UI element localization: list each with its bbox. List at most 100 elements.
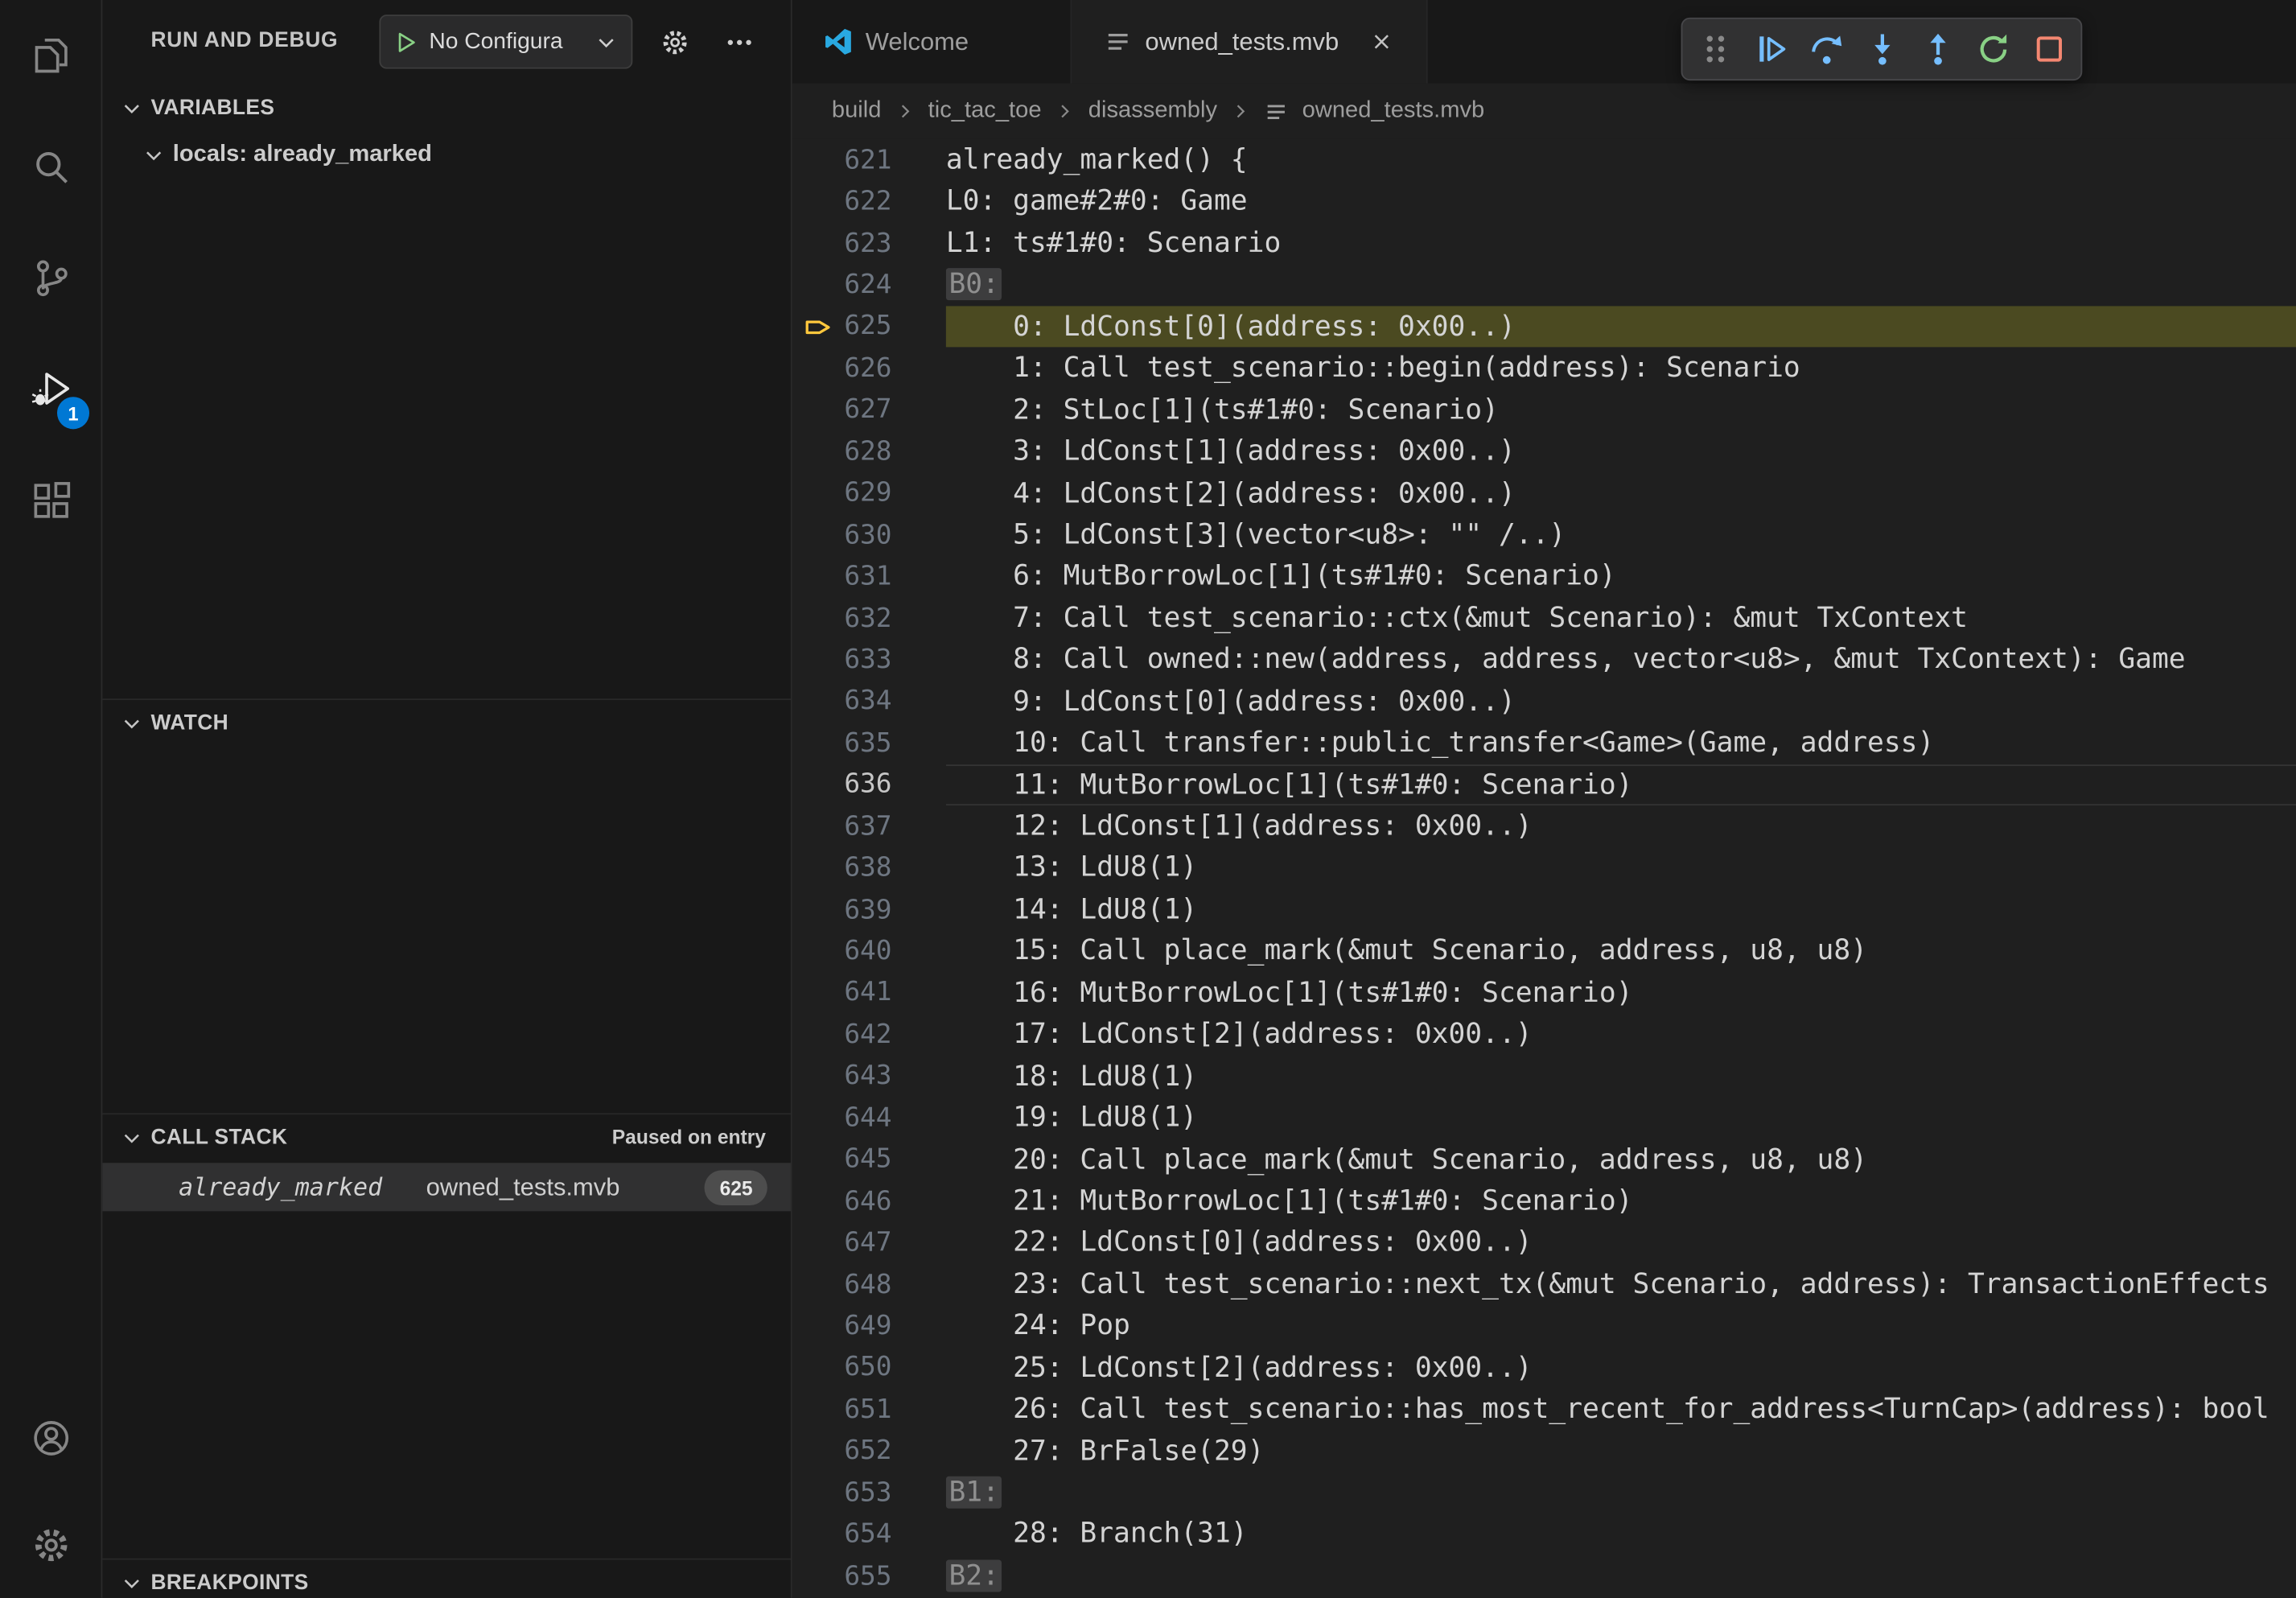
code-line-622[interactable]: 622L0: game#2#0: Game [792,181,2296,223]
line-number[interactable]: 647 [836,1227,891,1258]
line-number[interactable]: 636 [836,769,891,800]
gutter-glyph-margin[interactable] [792,847,837,889]
call-stack-section-header[interactable]: CALL STACK Paused on entry [102,1113,790,1159]
debug-config-picker[interactable]: No Configura [379,14,632,68]
code-line-621[interactable]: 621already_marked() { [792,139,2296,181]
gutter-glyph-margin[interactable] [792,639,837,681]
line-number[interactable]: 630 [836,520,891,550]
gutter-glyph-margin[interactable] [792,1472,837,1514]
more-actions-icon[interactable] [723,28,761,57]
code-line-631[interactable]: 631 6: MutBorrowLoc[1](ts#1#0: Scenario) [792,556,2296,598]
line-number[interactable]: 653 [836,1477,891,1508]
line-number[interactable]: 652 [836,1435,891,1466]
line-number[interactable]: 624 [836,270,891,300]
code-line-655[interactable]: 655B2: [792,1555,2296,1597]
locals-scope-row[interactable]: locals: already_marked [102,132,790,179]
line-number[interactable]: 622 [836,186,891,216]
activity-bar-item-run-and-debug[interactable]: 1 [0,334,101,445]
code-line-651[interactable]: 651 26: Call test_scenario::has_most_rec… [792,1389,2296,1431]
gutter-glyph-margin[interactable] [792,389,837,430]
gutter-glyph-margin[interactable] [792,264,837,306]
activity-bar-item-settings[interactable] [0,1491,101,1598]
code-line-648[interactable]: 648 23: Call test_scenario::next_tx(&mut… [792,1263,2296,1305]
line-number[interactable]: 644 [836,1102,891,1133]
code-line-640[interactable]: 640 15: Call place_mark(&mut Scenario, a… [792,930,2296,972]
gutter-glyph-margin[interactable] [792,681,837,723]
code-line-645[interactable]: 645 20: Call place_mark(&mut Scenario, a… [792,1139,2296,1180]
line-number[interactable]: 649 [836,1311,891,1341]
tab-owned-tests-mvb[interactable]: owned_tests.mvb [1072,0,1428,84]
breadcrumb-item-tic-tac-toe[interactable]: tic_tac_toe [928,98,1042,125]
gutter-glyph-margin[interactable] [792,348,837,389]
gutter-glyph-margin[interactable] [792,764,837,805]
code-line-637[interactable]: 637 12: LdConst[1](address: 0x00..) [792,805,2296,847]
code-line-630[interactable]: 630 5: LdConst[3](vector<u8>: "" /..) [792,514,2296,556]
line-number[interactable]: 642 [836,1019,891,1050]
gutter-glyph-margin[interactable] [792,514,837,556]
code-line-623[interactable]: 623L1: ts#1#0: Scenario [792,222,2296,264]
gutter-glyph-margin[interactable] [792,1097,837,1139]
code-line-629[interactable]: 629 4: LdConst[2](address: 0x00..) [792,472,2296,514]
step-into-icon[interactable] [1858,26,1905,72]
code-line-625[interactable]: 625 0: LdConst[0](address: 0x00..) [792,306,2296,348]
gutter-glyph-margin[interactable] [792,1389,837,1431]
line-number[interactable]: 628 [836,436,891,467]
gutter-glyph-margin[interactable] [792,1347,837,1389]
breadcrumb-item-disassembly[interactable]: disassembly [1088,98,1217,125]
gutter-glyph-margin[interactable] [792,1139,837,1180]
code-line-636[interactable]: 636 11: MutBorrowLoc[1](ts#1#0: Scenario… [792,764,2296,805]
line-number[interactable]: 650 [836,1353,891,1383]
line-number[interactable]: 621 [836,145,891,175]
step-over-icon[interactable] [1803,26,1850,72]
gutter-glyph-margin[interactable] [792,805,837,847]
line-number[interactable]: 639 [836,894,891,925]
line-number[interactable]: 626 [836,352,891,383]
gutter-glyph-margin[interactable] [792,1014,837,1056]
line-number[interactable]: 645 [836,1144,891,1175]
line-number[interactable]: 643 [836,1061,891,1091]
line-number[interactable]: 632 [836,603,891,633]
activity-bar-item-extensions[interactable] [0,445,101,556]
gutter-glyph-margin[interactable] [792,139,837,181]
step-out-icon[interactable] [1914,26,1961,72]
continue-icon[interactable] [1747,26,1793,72]
gutter-glyph-margin[interactable] [792,1263,837,1305]
gutter-glyph-margin[interactable] [792,972,837,1014]
activity-bar-item-search[interactable] [0,111,101,222]
line-number[interactable]: 646 [836,1186,891,1217]
gutter-glyph-margin[interactable] [792,472,837,514]
watch-section-header[interactable]: WATCH [102,698,790,745]
code-line-632[interactable]: 632 7: Call test_scenario::ctx(&mut Scen… [792,597,2296,639]
code-line-652[interactable]: 652 27: BrFalse(29) [792,1431,2296,1472]
line-number[interactable]: 634 [836,686,891,717]
code-line-654[interactable]: 654 28: Branch(31) [792,1514,2296,1555]
code-line-647[interactable]: 647 22: LdConst[0](address: 0x00..) [792,1222,2296,1264]
breakpoints-section-header[interactable]: BREAKPOINTS [102,1559,790,1598]
gutter-glyph-margin[interactable] [792,1305,837,1347]
code-line-643[interactable]: 643 18: LdU8(1) [792,1056,2296,1098]
debug-settings-gear-icon[interactable] [659,27,691,59]
line-number[interactable]: 641 [836,978,891,1008]
code-line-626[interactable]: 626 1: Call test_scenario::begin(address… [792,348,2296,389]
code-line-634[interactable]: 634 9: LdConst[0](address: 0x00..) [792,681,2296,723]
code-line-642[interactable]: 642 17: LdConst[2](address: 0x00..) [792,1014,2296,1056]
gutter-glyph-margin[interactable] [792,1180,837,1222]
tab-welcome[interactable]: Welcome [792,0,1072,84]
gutter-glyph-margin[interactable] [792,1431,837,1472]
code-line-653[interactable]: 653B1: [792,1472,2296,1514]
activity-bar-item-explorer[interactable] [0,0,101,111]
breadcrumb-item-build[interactable]: build [832,98,882,125]
line-number[interactable]: 623 [836,228,891,258]
code-line-627[interactable]: 627 2: StLoc[1](ts#1#0: Scenario) [792,389,2296,430]
code-line-650[interactable]: 650 25: LdConst[2](address: 0x00..) [792,1347,2296,1389]
line-number[interactable]: 625 [836,311,891,342]
line-number[interactable]: 627 [836,394,891,425]
stop-icon[interactable] [2025,26,2072,72]
call-stack-frame[interactable]: already_markedowned_tests.mvb625 [102,1163,790,1211]
code-line-628[interactable]: 628 3: LdConst[1](address: 0x00..) [792,430,2296,472]
gutter-glyph-margin[interactable] [792,889,837,931]
gutter-glyph-margin[interactable] [792,222,837,264]
code-line-639[interactable]: 639 14: LdU8(1) [792,889,2296,931]
code-line-649[interactable]: 649 24: Pop [792,1305,2296,1347]
variables-section-header[interactable]: VARIABLES [102,85,790,132]
